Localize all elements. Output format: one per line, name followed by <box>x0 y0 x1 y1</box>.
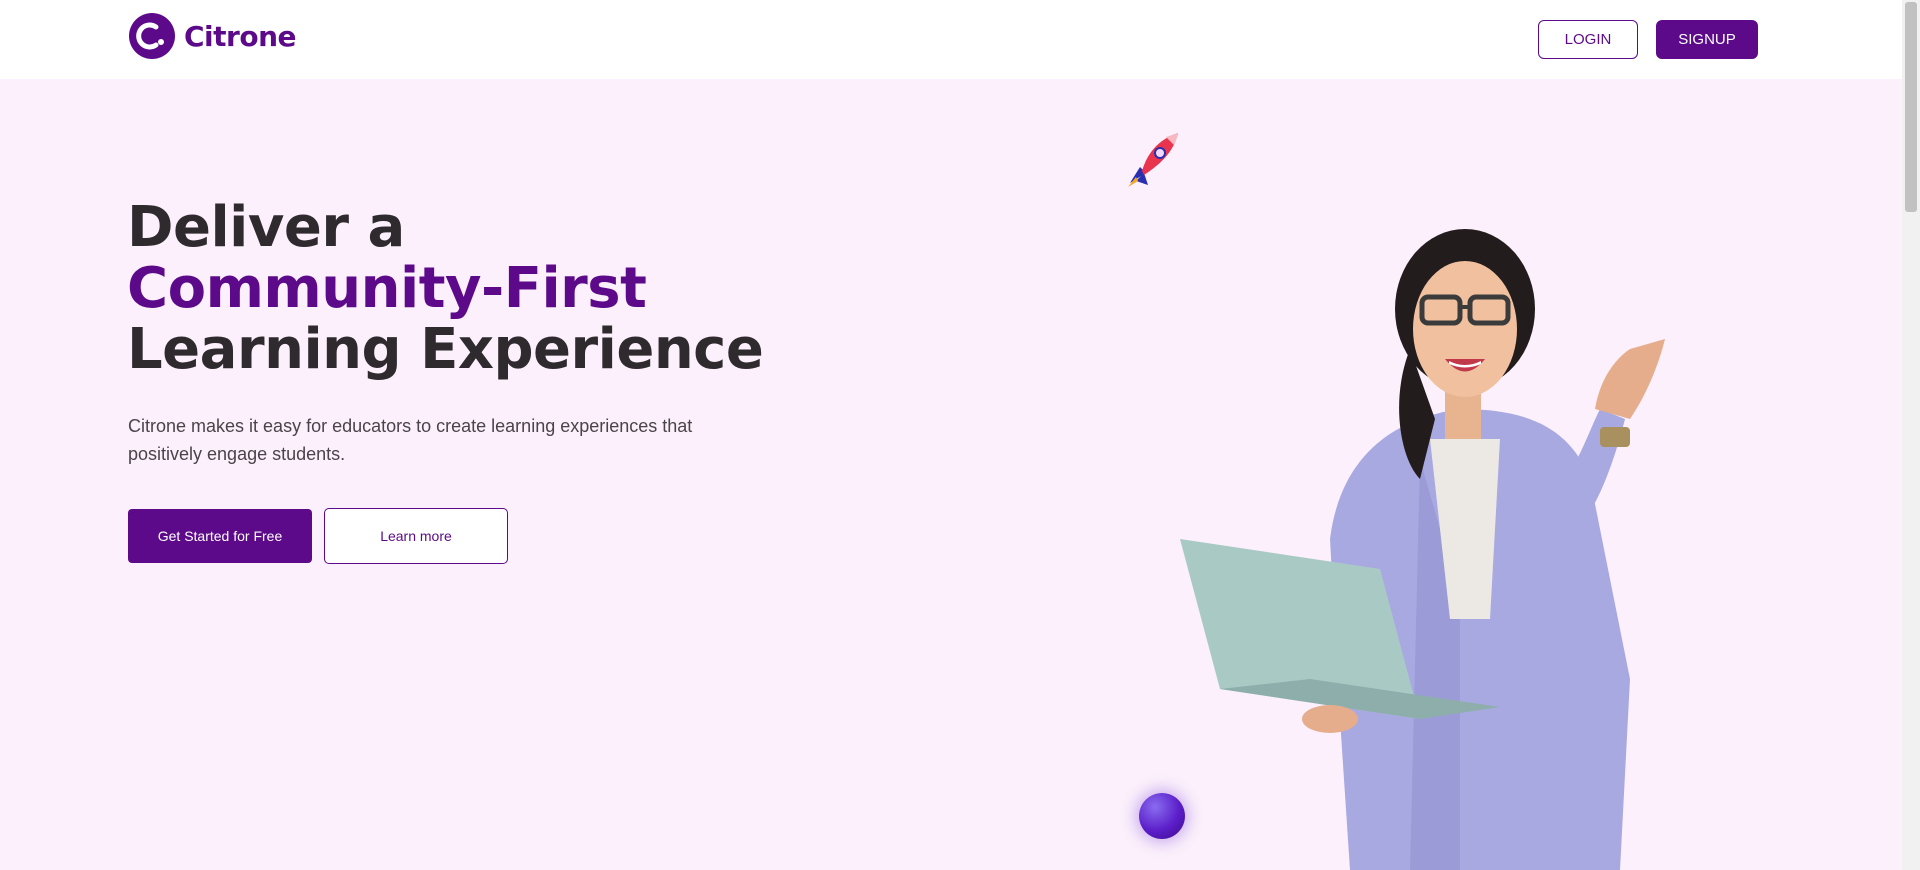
woman-with-laptop-photo <box>1180 229 1665 870</box>
brand-logo[interactable]: Citrone <box>129 13 297 59</box>
scrollbar-thumb[interactable] <box>1905 2 1917 212</box>
get-started-button[interactable]: Get Started for Free <box>128 509 312 563</box>
site-header: Citrone LOGIN SIGNUP <box>0 0 1902 79</box>
citrone-c-logo-icon <box>129 13 175 59</box>
brand-name: Citrone <box>184 19 297 53</box>
headline-line-3: Learning Experience <box>127 317 764 382</box>
hero-subtext: Citrone makes it easy for educators to c… <box>128 416 693 464</box>
learn-more-button[interactable]: Learn more <box>324 508 508 564</box>
signup-button[interactable]: SIGNUP <box>1656 20 1758 59</box>
login-button[interactable]: LOGIN <box>1538 20 1638 59</box>
headline-line-1: Deliver a <box>127 195 405 260</box>
headline-accent: Community-First <box>127 256 647 321</box>
hero-headline: Deliver a Community-First Learning Exper… <box>127 195 764 382</box>
page-scrollbar[interactable] <box>1902 0 1920 870</box>
hero-section: Deliver a Community-First Learning Exper… <box>0 79 1902 870</box>
